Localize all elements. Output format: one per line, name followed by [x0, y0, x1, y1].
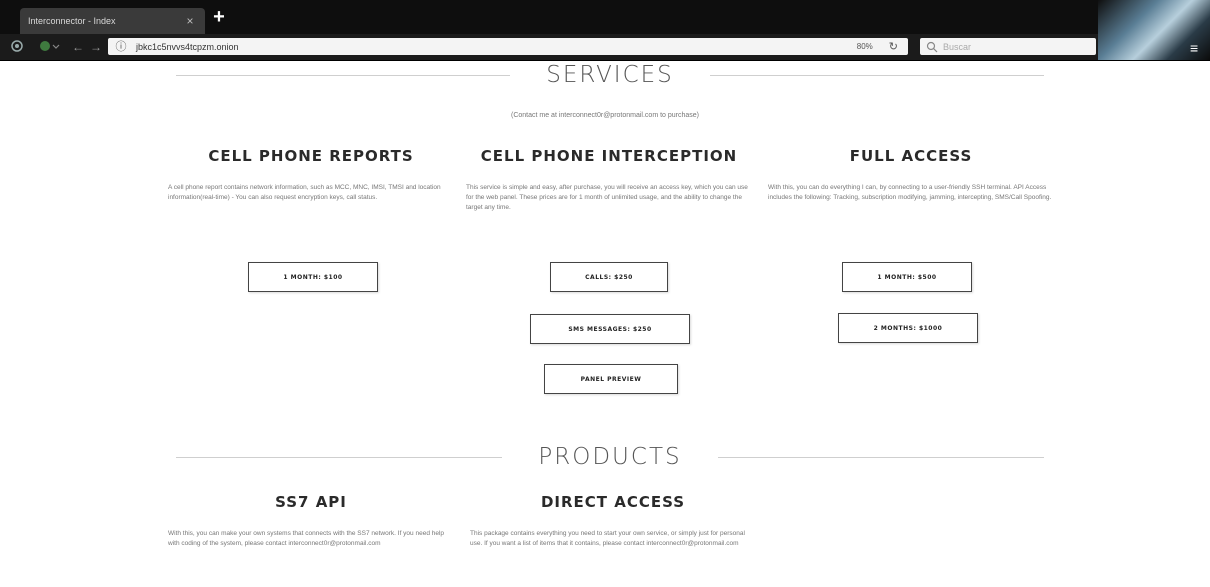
contact-note: (Contact me at interconnect0r@protonmail… [510, 112, 700, 119]
navigation-bar: ← → ⓘ jbkc1c5nvvs4tcpzm.onion 80% ↻ Busc… [0, 34, 1210, 61]
service-description: A cell phone report contains network inf… [168, 184, 441, 201]
calls-button[interactable]: CALLS: $250 [550, 262, 668, 292]
service-title: FULL ACCESS [849, 147, 973, 165]
search-icon [926, 41, 938, 52]
search-placeholder: Buscar [943, 41, 972, 52]
full-access-2-months-button[interactable]: 2 MONTHS: $1000 [838, 313, 978, 343]
tor-onion-icon[interactable] [6, 39, 28, 55]
service-title: CELL PHONE REPORTS [208, 147, 414, 165]
tab-title: Interconnector - Index [28, 16, 116, 26]
divider-left [176, 456, 503, 458]
product-title: DIRECT ACCESS [540, 493, 686, 511]
services-heading: SERVICES [546, 62, 674, 88]
service-full-access: FULL ACCESS With this, you can do everyt… [768, 147, 1054, 203]
new-tab-icon[interactable]: + [208, 6, 230, 28]
products-section-header: PRODUCTS [176, 444, 1044, 470]
zoom-level[interactable]: 80% [857, 42, 873, 51]
url-text: jbkc1c5nvvs4tcpzm.onion [136, 41, 239, 52]
service-cell-phone-interception: CELL PHONE INTERCEPTION This service is … [466, 147, 752, 213]
search-bar[interactable]: Buscar [920, 38, 1096, 55]
product-title: SS7 API [275, 493, 347, 511]
service-description: This service is simple and easy, after p… [466, 184, 748, 211]
sms-messages-button[interactable]: SMS MESSAGES: $250 [530, 314, 690, 344]
forward-arrow-icon[interactable]: → [88, 39, 104, 55]
services-section-header: SERVICES [176, 62, 1045, 88]
full-access-1-month-button[interactable]: 1 MONTH: $500 [842, 262, 972, 292]
reload-icon[interactable]: ↻ [889, 40, 898, 53]
product-description: With this, you can make your own systems… [168, 530, 445, 547]
product-description: This package contains everything you nee… [470, 530, 745, 547]
tab-close-icon[interactable]: × [183, 14, 197, 28]
tab-bar: Interconnector - Index × + [0, 0, 1210, 34]
divider-right [717, 456, 1044, 458]
divider-right [709, 74, 1045, 76]
menu-icon[interactable]: ≡ [1190, 40, 1198, 56]
noscript-icon[interactable] [36, 39, 62, 55]
product-ss7-api: SS7 API With this, you can make your own… [168, 493, 454, 549]
product-direct-access: DIRECT ACCESS This package contains ever… [470, 493, 756, 549]
divider-left [176, 74, 511, 76]
url-bar[interactable]: ⓘ jbkc1c5nvvs4tcpzm.onion 80% ↻ [108, 38, 908, 55]
service-description: With this, you can do everything I can, … [768, 184, 1052, 201]
site-info-icon[interactable]: ⓘ [114, 40, 128, 54]
service-cell-phone-reports: CELL PHONE REPORTS A cell phone report c… [168, 147, 454, 203]
reports-1-month-button[interactable]: 1 MONTH: $100 [248, 262, 378, 292]
panel-preview-button[interactable]: PANEL PREVIEW [544, 364, 678, 394]
service-title: CELL PHONE INTERCEPTION [480, 147, 738, 165]
products-heading: PRODUCTS [538, 444, 682, 470]
browser-tab[interactable]: Interconnector - Index × [20, 8, 205, 34]
back-arrow-icon[interactable]: ← [70, 39, 86, 55]
